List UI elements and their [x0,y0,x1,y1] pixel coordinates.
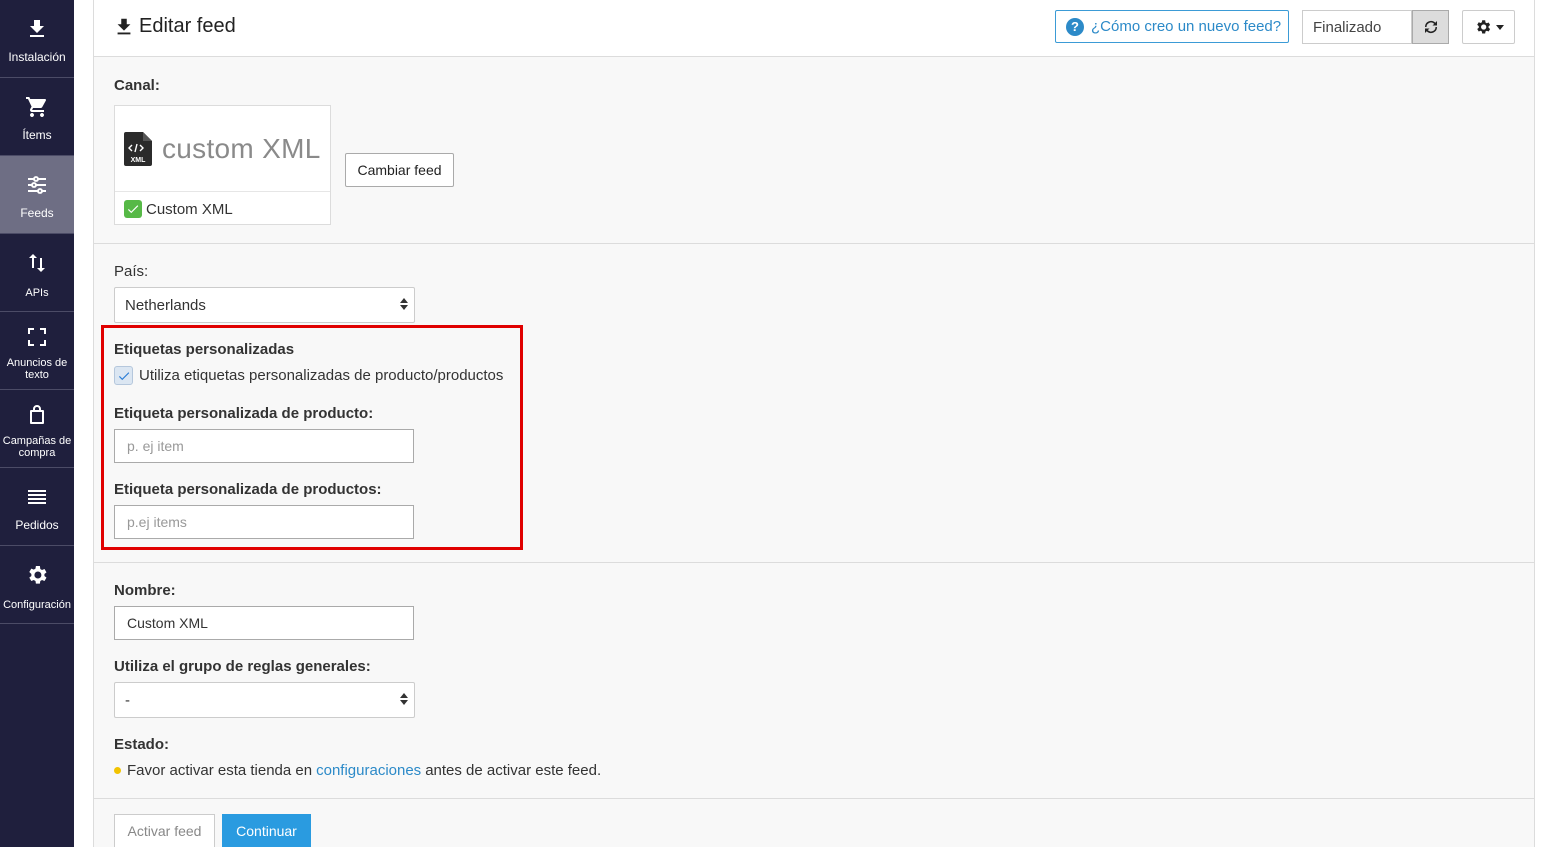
refresh-button[interactable] [1412,10,1449,44]
channel-card: XML custom XML Custom XML [114,105,331,225]
change-feed-button[interactable]: Cambiar feed [345,153,454,187]
arrows-updown-icon [22,248,52,278]
gear-icon [1476,20,1490,34]
page-header: Editar feed ? ¿Cómo creo un nuevo feed? … [94,0,1534,57]
refresh-icon [1424,20,1437,34]
sidebar-item-configuracion[interactable]: Configuración [0,546,74,624]
page-title: Editar feed [113,15,236,38]
divider [94,798,1534,799]
sidebar-item-label: Anuncios de texto [6,357,68,381]
check-icon [124,200,142,218]
sidebar-item-label: Configuración [3,599,71,611]
continue-button[interactable]: Continuar [222,814,311,847]
channel-logo-text: custom XML [162,132,321,164]
country-selected: Netherlands [125,296,206,314]
channel-name: Custom XML [124,200,233,218]
checkmark-icon [118,371,129,380]
channel-label: Canal: [114,77,160,94]
country-label: País: [114,263,149,280]
settings-link[interactable]: configuraciones [316,762,421,779]
custom-labels-title: Etiquetas personalizadas [114,341,295,358]
divider [94,243,1534,244]
status-message-after: antes de activar este feed. [425,762,602,779]
sliders-icon [22,170,52,200]
cart-icon [22,92,52,122]
rules-select[interactable]: - [114,682,415,718]
xml-file-icon: XML [124,131,152,166]
sidebar-item-apis[interactable]: APIs [0,234,74,312]
xml-file-badge: XML [131,157,147,164]
settings-dropdown-button[interactable] [1462,10,1515,44]
sidebar: Instalación Ítems Feeds APIs Anuncios de… [0,0,74,847]
select-arrows-icon [400,693,408,705]
status-field: Finalizado [1302,10,1412,44]
help-label: ¿Cómo creo un nuevo feed? [1091,18,1282,35]
sidebar-item-label: Campañas de compra [2,435,72,459]
channel-logo: XML custom XML [115,106,330,192]
status-dot-icon [114,767,121,774]
custom-labels-checkbox-row: Utiliza etiquetas personalizadas de prod… [114,366,503,385]
channel-name-text: Custom XML [146,200,233,218]
sidebar-item-items[interactable]: Ítems [0,78,74,156]
custom-labels-checkbox[interactable] [114,366,133,385]
download-icon [22,14,52,44]
sidebar-item-label: Ítems [22,128,52,142]
sidebar-item-label: APIs [25,287,49,299]
rules-label: Utiliza el grupo de reglas generales: [114,658,371,675]
plural-label-title: Etiqueta personalizada de productos: [114,481,382,498]
status-label: Estado: [114,736,170,753]
sidebar-item-pedidos[interactable]: Pedidos [0,468,74,546]
name-input[interactable] [114,606,414,640]
question-icon: ? [1066,17,1084,36]
custom-labels-checkbox-label: Utiliza etiquetas personalizadas de prod… [139,367,504,384]
divider [94,562,1534,563]
singular-label-input[interactable] [114,429,414,463]
caret-down-icon [1495,24,1504,30]
sidebar-item-label: Feeds [20,206,54,220]
plural-label-input[interactable] [114,505,414,539]
status-message: Favor activar esta tienda en configuraci… [114,762,601,779]
status-message-before: Favor activar esta tienda en [127,762,313,779]
name-label: Nombre: [114,582,176,599]
singular-label-title: Etiqueta personalizada de producto: [114,405,374,422]
shopping-bag-icon [22,400,52,430]
sidebar-item-campanas[interactable]: Campañas de compra [0,390,74,468]
sidebar-item-label: Instalación [8,50,66,64]
sidebar-item-label: Pedidos [15,518,59,532]
gear-icon [22,560,52,590]
expand-icon [22,322,52,352]
activate-feed-button[interactable]: Activar feed [114,814,215,847]
page-title-text: Editar feed [139,15,236,37]
help-new-feed-button[interactable]: ? ¿Cómo creo un nuevo feed? [1055,10,1289,43]
status-value: Finalizado [1313,18,1382,36]
sidebar-item-instalacion[interactable]: Instalación [0,0,74,78]
main-panel: Editar feed ? ¿Cómo creo un nuevo feed? … [93,0,1535,847]
rules-selected: - [125,691,130,709]
sidebar-item-anuncios[interactable]: Anuncios de texto [0,312,74,390]
download-icon [117,18,131,34]
country-select[interactable]: Netherlands [114,287,415,323]
select-arrows-icon [400,298,408,310]
sidebar-item-feeds[interactable]: Feeds [0,156,74,234]
list-icon [22,482,52,512]
